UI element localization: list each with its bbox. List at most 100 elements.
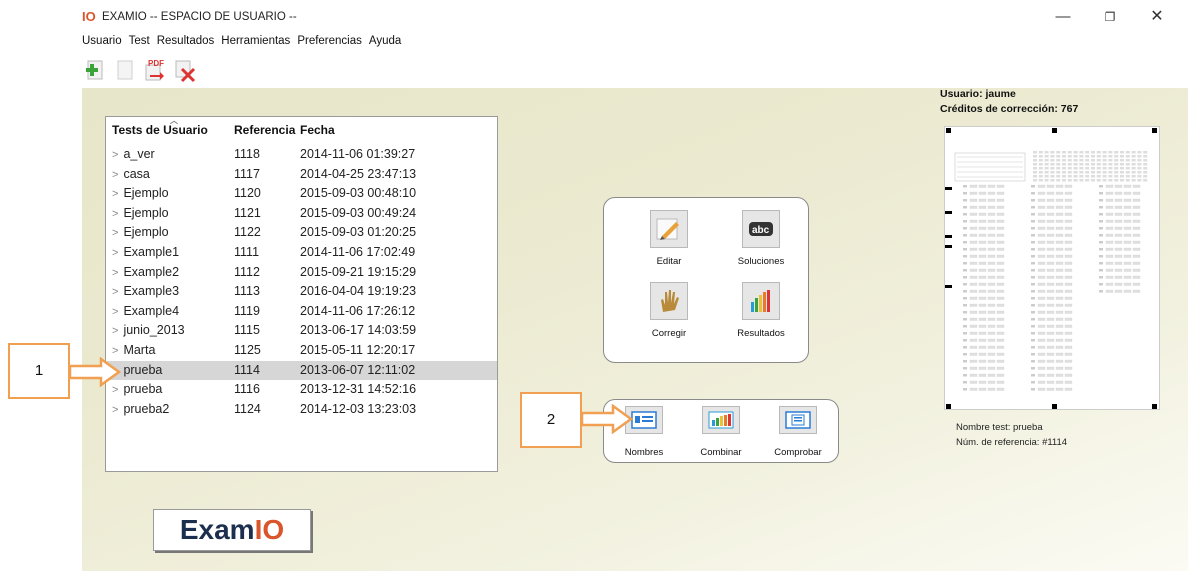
delete-test-icon — [175, 60, 196, 83]
blank-document-button[interactable] — [112, 57, 138, 83]
minimize-button[interactable]: — — [1046, 6, 1080, 28]
test-row[interactable]: > Example4 1119 2014-11-06 17:26:12 — [106, 302, 497, 322]
test-date: 2016-04-04 19:19:23 — [300, 284, 417, 299]
solutions-label: Soluciones — [737, 256, 785, 267]
expand-chevron-icon[interactable]: > — [112, 325, 118, 337]
menu-herramientas[interactable]: Herramientas — [221, 35, 290, 53]
expand-chevron-icon[interactable]: > — [112, 345, 118, 357]
blank-document-icon — [117, 60, 133, 80]
test-row[interactable]: >prueba11142013-06-07 12:11:02 — [106, 360, 497, 381]
app-window: IO EXAMIO -- ESPACIO DE USUARIO -- — ❐ ✕… — [0, 0, 1188, 571]
correct-button[interactable]: Corregir — [634, 282, 704, 339]
test-date: 2015-05-11 12:20:17 — [300, 343, 416, 357]
callout-2: 2 — [520, 392, 582, 448]
bar-chart-icon — [742, 282, 780, 320]
svg-text:abc: abc — [752, 225, 770, 236]
menu-usuario[interactable]: Usuario — [82, 35, 122, 53]
combine-chart-icon — [702, 406, 740, 434]
test-name-text: Example2 — [123, 264, 180, 279]
test-row[interactable]: > Example3 1113 2016-04-04 19:19:23 — [106, 282, 497, 302]
test-name: > Ejemplo — [112, 204, 169, 225]
add-test-button[interactable] — [82, 57, 108, 83]
test-name-text: Example3 — [123, 284, 180, 299]
solutions-button[interactable]: abc Soluciones — [726, 210, 796, 267]
preview-info: Nombre test: prueba Núm. de referencia: … — [956, 420, 1067, 450]
test-name: > casa — [112, 165, 150, 186]
test-date: 2014-11-06 01:39:27 — [300, 147, 416, 161]
test-reference: 1115 — [234, 323, 260, 338]
column-header-reference[interactable]: Referencia — [234, 123, 296, 137]
hand-correct-icon — [650, 282, 688, 320]
test-row[interactable]: > prueba2 1124 2014-12-03 13:23:03 — [106, 400, 497, 420]
user-info: Usuario: jaume Créditos de corrección: 7… — [940, 87, 1078, 117]
expand-chevron-icon[interactable]: > — [112, 169, 118, 181]
expand-chevron-icon[interactable]: > — [112, 247, 118, 259]
title-bar: IO EXAMIO -- ESPACIO DE USUARIO -- — ❐ ✕ — [0, 0, 1188, 34]
test-reference: 1121 — [234, 205, 261, 220]
test-name-text: Ejemplo — [123, 225, 169, 240]
test-row[interactable]: > Example2 1112 2015-09-21 19:15:29 — [106, 263, 497, 283]
test-date: 2015-09-03 00:48:10 — [300, 186, 417, 201]
combine-label: Combinar — [700, 447, 742, 458]
expand-chevron-icon[interactable]: > — [112, 267, 118, 279]
test-name-text: Example4 — [123, 303, 180, 318]
column-header-tests[interactable]: Tests de Usuario — [112, 123, 208, 137]
user-label: Usuario: jaume — [940, 88, 1016, 100]
menu-preferencias[interactable]: Preferencias — [297, 35, 362, 53]
menu-ayuda[interactable]: Ayuda — [369, 35, 401, 53]
answer-sheet-image — [945, 128, 1157, 409]
maximize-button[interactable]: ❐ — [1093, 6, 1127, 28]
test-row[interactable]: > Ejemplo 1120 2015-09-03 00:48:10 — [106, 184, 497, 204]
test-row[interactable]: > Ejemplo 1122 2015-09-03 01:20:25 — [106, 223, 497, 243]
delete-test-button[interactable] — [172, 57, 198, 83]
expand-chevron-icon[interactable]: > — [112, 306, 118, 318]
expand-chevron-icon[interactable]: > — [112, 149, 118, 161]
test-name-text: Example1 — [123, 245, 180, 259]
test-row[interactable]: > Ejemplo 1121 2015-09-03 00:49:24 — [106, 204, 497, 224]
test-date: 2013-12-31 14:52:16 — [300, 382, 417, 397]
test-name-text: a_ver — [123, 147, 155, 161]
preview-test-name: Nombre test: prueba — [956, 422, 1043, 433]
test-row[interactable]: > Marta 1125 2015-05-11 12:20:17 — [106, 341, 497, 361]
edit-pencil-icon — [650, 210, 688, 248]
test-row[interactable]: > Example1 1111 2014-11-06 17:02:49 — [106, 243, 497, 263]
test-name: > Example3 — [112, 282, 179, 303]
test-row[interactable]: > casa 1117 2014-04-25 23:47:13 — [106, 165, 497, 185]
edit-button[interactable]: Editar — [634, 210, 704, 267]
toolbar: PDF — [82, 55, 198, 85]
menu-resultados[interactable]: Resultados — [157, 35, 215, 53]
expand-chevron-icon[interactable]: > — [112, 227, 118, 239]
results-button[interactable]: Resultados — [726, 282, 796, 339]
pdf-export-button[interactable]: PDF — [142, 57, 168, 83]
tests-list-header: Tests de Usuario ︿ Referencia Fecha — [106, 116, 497, 141]
test-reference: 1125 — [234, 343, 261, 357]
test-reference: 1112 — [234, 264, 260, 279]
combine-button[interactable]: Combinar — [685, 406, 757, 458]
test-row[interactable]: > junio_2013 1115 2013-06-17 14:03:59 — [106, 321, 497, 341]
test-date: 2015-09-21 19:15:29 — [300, 264, 417, 279]
test-name: > Example1 — [112, 243, 179, 264]
column-header-date[interactable]: Fecha — [300, 123, 335, 137]
menu-test[interactable]: Test — [129, 35, 150, 53]
expand-chevron-icon[interactable]: > — [112, 404, 118, 416]
correct-label: Corregir — [651, 328, 687, 339]
callout-arrow-icon — [581, 404, 633, 434]
close-window-button[interactable]: ✕ — [1140, 6, 1174, 28]
credits-label: Créditos de corrección: 767 — [940, 103, 1079, 115]
test-date: 2014-11-06 17:02:49 — [300, 245, 416, 259]
test-reference: 1116 — [234, 382, 260, 397]
expand-chevron-icon[interactable]: > — [112, 188, 118, 200]
test-name-text: prueba2 — [123, 401, 170, 416]
tests-list[interactable]: Tests de Usuario ︿ Referencia Fecha > a_v… — [105, 116, 498, 472]
check-button[interactable]: Comprobar — [762, 406, 834, 458]
test-row[interactable]: > a_ver 1118 2014-11-06 01:39:27 — [106, 145, 497, 165]
test-row[interactable]: > prueba 1116 2013-12-31 14:52:16 — [106, 380, 497, 400]
test-reference: 1118 — [234, 147, 260, 161]
abc-solutions-icon: abc — [742, 210, 780, 248]
expand-chevron-icon[interactable]: > — [112, 286, 118, 298]
test-name: > Example4 — [112, 302, 179, 323]
actions-panel: Editar abc Soluciones Corregir Resultado… — [603, 197, 809, 363]
answer-sheet-preview — [944, 126, 1160, 410]
test-reference: 1119 — [234, 303, 260, 318]
expand-chevron-icon[interactable]: > — [112, 208, 118, 220]
